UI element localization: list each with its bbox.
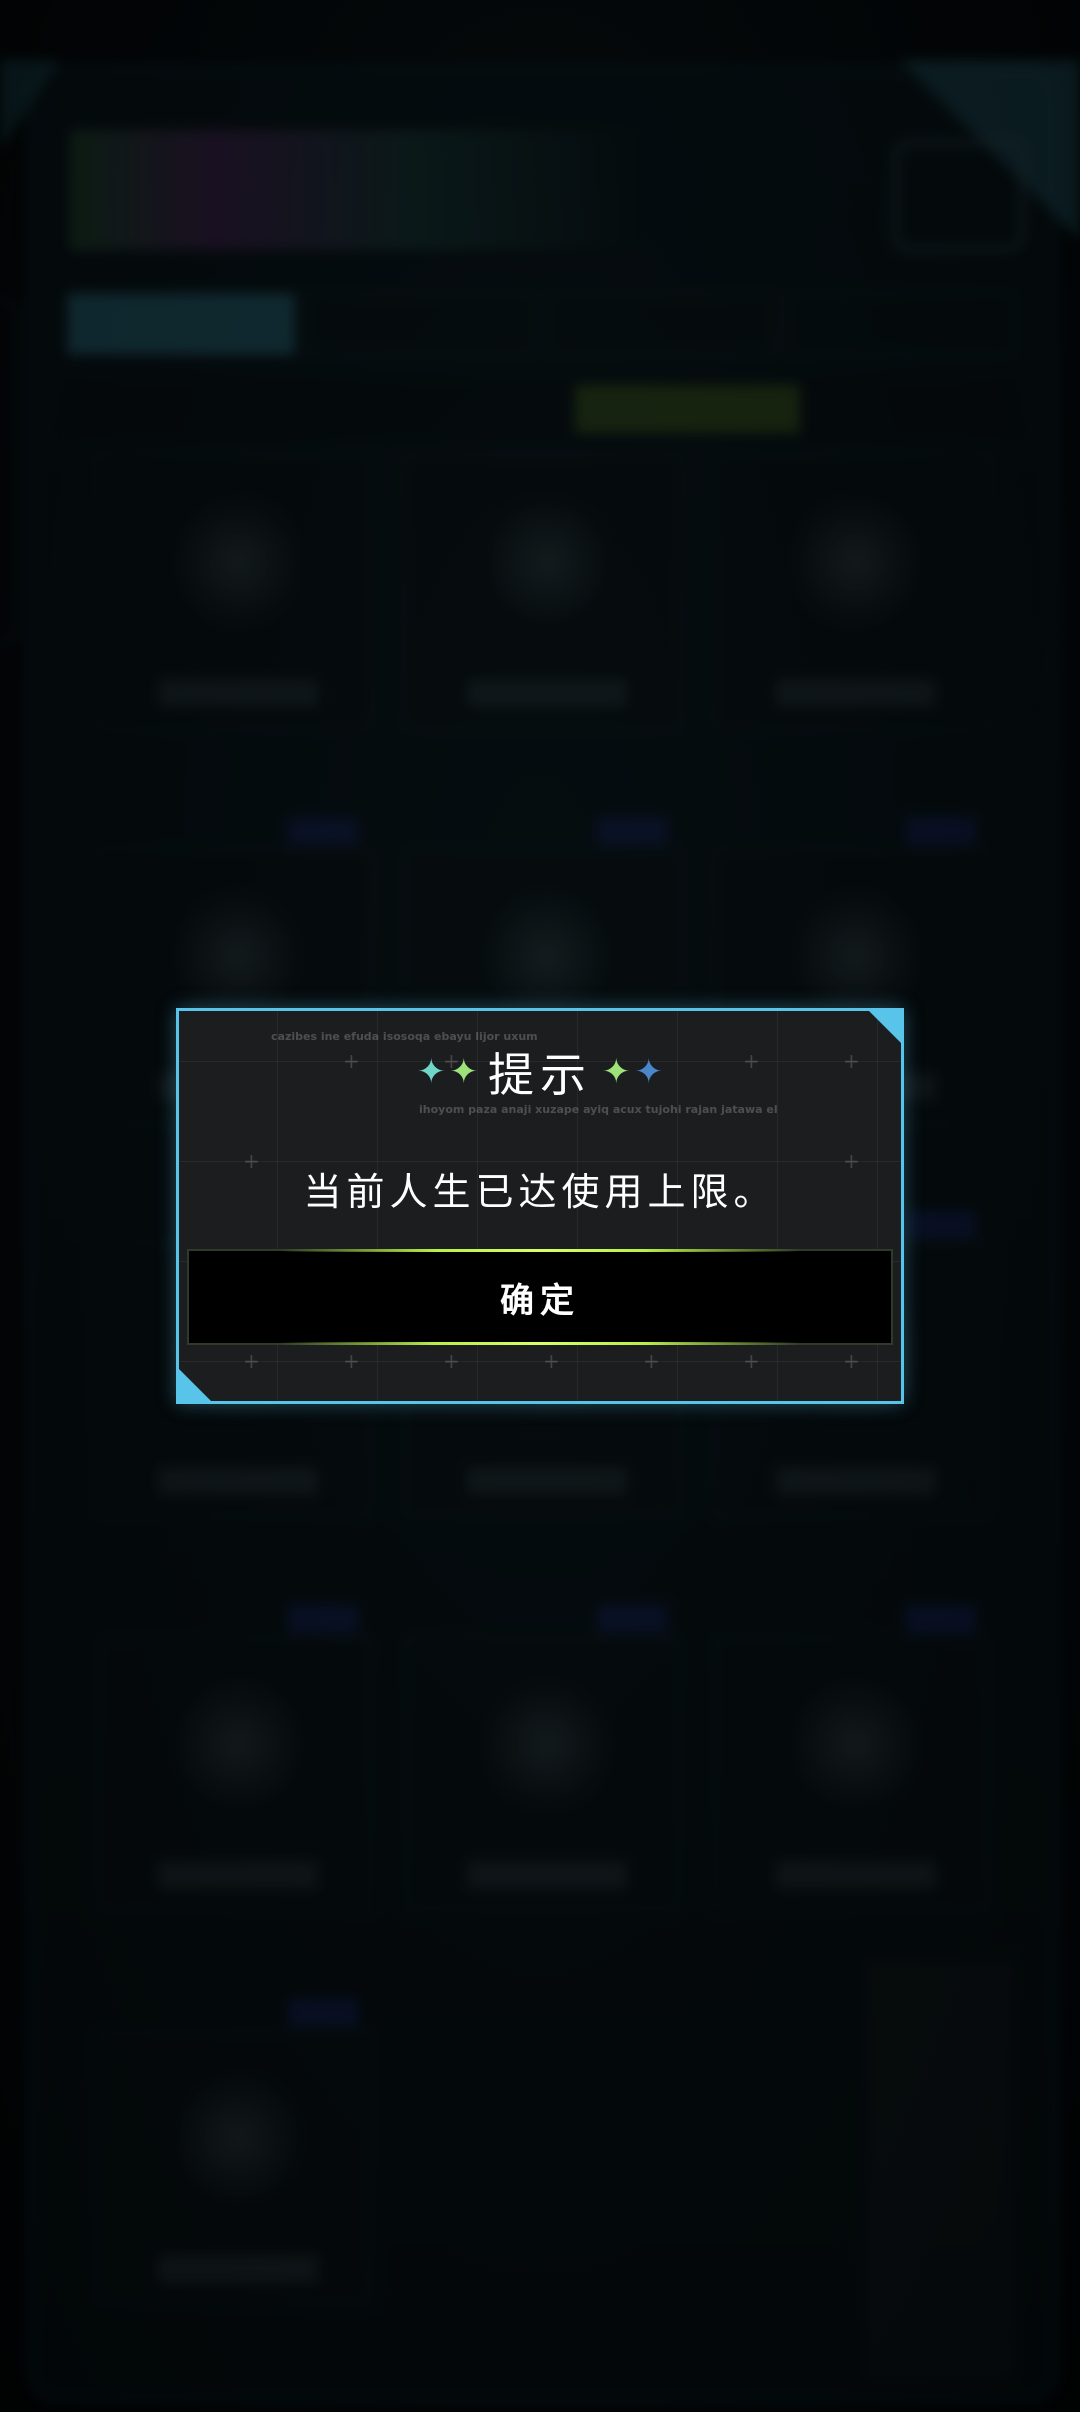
plus-mark-icon: +	[243, 1349, 260, 1373]
plus-mark-icon: +	[643, 1349, 660, 1373]
four-point-star-icon: ✦	[602, 1052, 631, 1092]
alert-dialog: + + + + + + + + + + + + + cazibes ine ef…	[176, 1008, 904, 1404]
plus-mark-icon: +	[443, 1349, 460, 1373]
dialog-title: 提示	[488, 1048, 592, 1102]
dialog-title-row: ✦ ✦ 提示 ✦ ✦	[179, 1039, 901, 1105]
four-point-star-icon: ✦	[634, 1052, 664, 1092]
plus-mark-icon: +	[843, 1349, 860, 1373]
four-point-star-icon: ✦	[417, 1052, 446, 1092]
confirm-button[interactable]: 确定	[187, 1249, 893, 1345]
plus-mark-icon: +	[743, 1349, 760, 1373]
plus-mark-icon: +	[343, 1349, 360, 1373]
plus-mark-icon: +	[543, 1349, 560, 1373]
confirm-button-label: 确定	[500, 1280, 580, 1321]
dialog-corner-accent	[179, 1369, 211, 1401]
four-point-star-icon: ✦	[449, 1052, 479, 1092]
dialog-message: 当前人生已达使用上限。	[303, 1170, 777, 1214]
screen: + + + + + + + + + + + + + cazibes ine ef…	[0, 0, 1080, 2412]
